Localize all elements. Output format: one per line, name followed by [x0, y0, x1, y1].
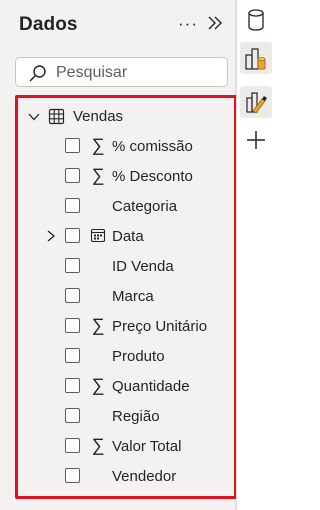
- field-label: % comissão: [112, 138, 193, 155]
- sigma-icon: ∑: [91, 165, 105, 185]
- field-row[interactable]: ∑ % comissão: [18, 131, 233, 161]
- table-icon: [48, 108, 65, 125]
- field-label: Categoria: [112, 198, 178, 215]
- sigma-icon: ∑: [91, 315, 105, 335]
- field-row[interactable]: ∑ Preço Unitário: [18, 311, 233, 341]
- field-row[interactable]: Data: [18, 221, 233, 251]
- field-checkbox[interactable]: [65, 258, 80, 273]
- table-row-vendas[interactable]: Vendas: [26, 104, 226, 130]
- sigma-icon: ∑: [91, 135, 105, 155]
- field-checkbox[interactable]: [65, 138, 80, 153]
- add-icon: [247, 131, 265, 149]
- field-row[interactable]: Vendedor: [18, 461, 233, 491]
- format-visual-button[interactable]: [240, 86, 272, 118]
- field-row[interactable]: Região: [18, 401, 233, 431]
- field-label: Preço Unitário: [112, 318, 208, 335]
- pane-title: Dados: [19, 14, 78, 35]
- field-label: Vendedor: [112, 468, 177, 485]
- field-label: Valor Total: [112, 438, 182, 455]
- field-label: ID Venda: [112, 258, 174, 275]
- cylinder-icon: [248, 9, 264, 31]
- field-label: Marca: [112, 288, 154, 305]
- double-chevron-right-icon: [208, 16, 222, 30]
- field-checkbox[interactable]: [65, 378, 80, 393]
- field-checkbox[interactable]: [65, 228, 80, 243]
- field-checkbox[interactable]: [65, 438, 80, 453]
- collapse-pane-button[interactable]: [205, 13, 225, 33]
- field-checkbox[interactable]: [65, 318, 80, 333]
- calendar-icon: [89, 225, 107, 245]
- data-pane: Dados ··· Vendas ∑% comis: [0, 0, 237, 510]
- field-row[interactable]: Categoria: [18, 191, 233, 221]
- field-checkbox[interactable]: [65, 198, 80, 213]
- search-box[interactable]: [15, 57, 228, 87]
- table-name: Vendas: [73, 108, 124, 125]
- format-visual-icon: [246, 92, 267, 114]
- chevron-down-icon[interactable]: [26, 109, 42, 125]
- field-row[interactable]: ID Venda: [18, 251, 233, 281]
- chevron-right-icon[interactable]: [45, 229, 57, 243]
- more-options-button[interactable]: ···: [178, 14, 198, 34]
- data-pane-button[interactable]: [240, 4, 272, 36]
- field-row[interactable]: ∑ Valor Total: [18, 431, 233, 461]
- field-row[interactable]: ∑ % Desconto: [18, 161, 233, 191]
- build-visual-icon: [245, 48, 266, 70]
- field-checkbox[interactable]: [65, 468, 80, 483]
- field-row[interactable]: Marca: [18, 281, 233, 311]
- build-visual-button[interactable]: [240, 42, 272, 74]
- field-row[interactable]: Produto: [18, 341, 233, 371]
- search-icon: [29, 65, 46, 82]
- sigma-icon: ∑: [91, 375, 105, 395]
- search-input[interactable]: [56, 62, 221, 84]
- field-label: Data: [112, 228, 144, 245]
- field-checkbox[interactable]: [65, 348, 80, 363]
- field-label: % Desconto: [112, 168, 193, 185]
- field-checkbox[interactable]: [65, 288, 80, 303]
- field-label: Região: [112, 408, 160, 425]
- field-row[interactable]: ∑ Quantidade: [18, 371, 233, 401]
- add-button[interactable]: [240, 124, 272, 156]
- field-label: Quantidade: [112, 378, 190, 395]
- sigma-icon: ∑: [91, 435, 105, 455]
- field-checkbox[interactable]: [65, 408, 80, 423]
- right-rail: [236, 0, 274, 510]
- fields-tree: Vendas ∑ % comissão ∑ % Desconto Categoria Da…: [15, 95, 237, 499]
- field-checkbox[interactable]: [65, 168, 80, 183]
- field-label: Produto: [112, 348, 165, 365]
